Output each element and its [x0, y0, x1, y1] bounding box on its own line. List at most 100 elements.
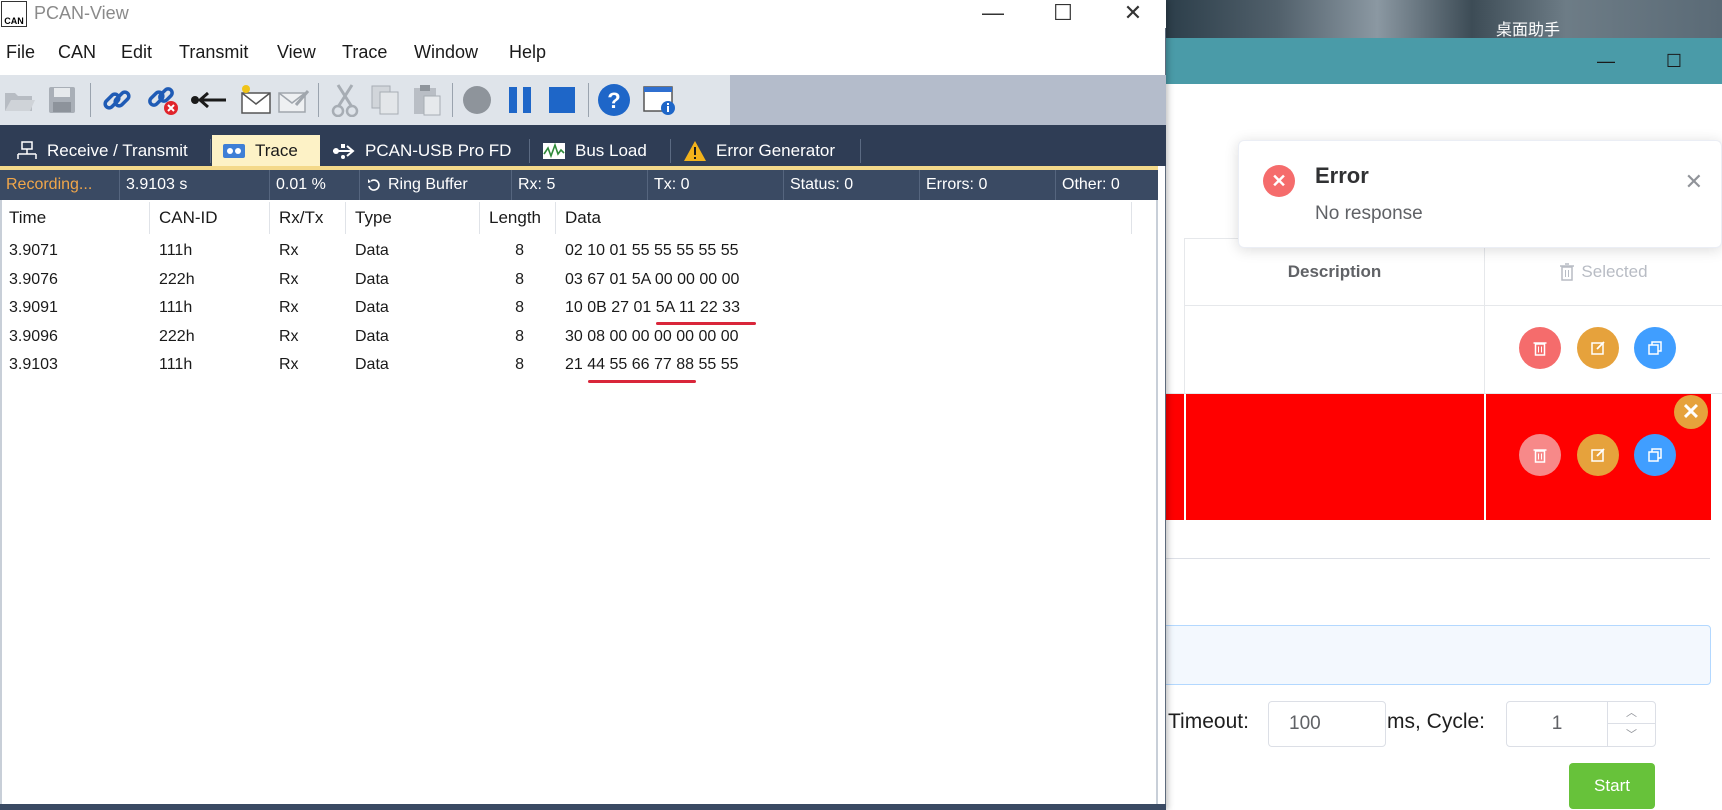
tab-bus-load[interactable]: Bus Load — [532, 135, 657, 166]
trash-icon — [1533, 449, 1547, 463]
menu-file[interactable]: File — [6, 42, 35, 63]
cell-divider — [1484, 306, 1485, 394]
title-bar[interactable]: CAN PCAN-View — ☐ ✕ — [0, 0, 1166, 28]
cell-type: Data — [355, 270, 389, 288]
toolbar: ? — [0, 75, 730, 125]
notification-title: Error — [1315, 163, 1369, 188]
app-icon[interactable]: CAN — [1, 1, 27, 27]
cell-divider — [1184, 394, 1186, 520]
cycle-input[interactable]: 1 — [1507, 702, 1607, 746]
menu-trace[interactable]: Trace — [342, 42, 387, 63]
close-icon[interactable]: ✕ — [1685, 169, 1703, 195]
cell-length: 8 — [515, 299, 524, 316]
reset-icon[interactable] — [189, 79, 229, 121]
stop-icon[interactable] — [542, 79, 582, 121]
info-panel — [1160, 625, 1711, 685]
bg-maximize-button[interactable]: ☐ — [1654, 38, 1694, 84]
trash-icon — [1533, 342, 1547, 356]
maximize-button[interactable]: ☐ — [1028, 0, 1098, 28]
edit-row-button[interactable] — [1577, 434, 1619, 476]
menu-view[interactable]: View — [277, 42, 316, 63]
tab-label: Receive / Transmit — [47, 140, 188, 160]
cycle-stepper[interactable]: 1 ︿ ﹀ — [1506, 701, 1656, 747]
menu-transmit[interactable]: Transmit — [179, 42, 248, 63]
chevron-down-icon[interactable]: ﹀ — [1608, 724, 1655, 746]
window-bottom-edge — [0, 804, 1166, 810]
menu-window[interactable]: Window — [414, 42, 478, 63]
save-icon[interactable] — [42, 79, 82, 121]
record-icon[interactable] — [457, 79, 497, 121]
column-header-can-id[interactable]: CAN-ID — [150, 202, 270, 234]
column-header-selected-label: Selected — [1581, 262, 1648, 281]
cell-can-id: 111h — [159, 242, 193, 259]
trace-icon — [223, 143, 245, 158]
cell-data: 10 0B 27 01 5A 11 22 33 — [565, 299, 740, 316]
cell-divider — [1484, 394, 1486, 520]
menu-can[interactable]: CAN — [58, 42, 96, 63]
tab-label: Bus Load — [575, 140, 647, 160]
cycle-spinner: ︿ ﹀ — [1607, 702, 1655, 746]
connect-icon[interactable] — [97, 79, 137, 121]
column-header-time[interactable]: Time — [0, 202, 150, 234]
column-header-type[interactable]: Type — [346, 202, 480, 234]
status-buffer[interactable]: Ring Buffer — [360, 170, 512, 200]
chevron-up-icon[interactable]: ︿ — [1608, 702, 1655, 724]
column-header-selected[interactable]: Selected — [1484, 238, 1722, 306]
cell-length: 8 — [515, 327, 524, 345]
tab-separator — [210, 139, 211, 163]
column-header-rx-tx[interactable]: Rx/Tx — [270, 202, 346, 234]
toolbar-separator — [452, 83, 453, 117]
tab-trace[interactable]: Trace — [212, 135, 320, 166]
error-notification: ✕ Error No response ✕ — [1238, 140, 1722, 248]
column-header-length[interactable]: Length — [480, 202, 556, 234]
cell-length: 8 — [515, 356, 524, 373]
status-load: 0.01 % — [270, 170, 360, 200]
copy-icon[interactable] — [365, 79, 405, 121]
minimize-button[interactable]: — — [958, 0, 1028, 28]
delete-row-button[interactable] — [1519, 327, 1561, 369]
cell-type: Data — [355, 356, 389, 373]
cut-icon[interactable] — [325, 79, 365, 121]
pause-icon[interactable] — [500, 79, 540, 121]
desktop-helper-label[interactable]: 桌面助手 — [1496, 16, 1560, 40]
menu-edit[interactable]: Edit — [121, 42, 152, 63]
cell-rx-tx: Rx — [279, 327, 299, 345]
close-button[interactable]: ✕ — [1098, 0, 1168, 28]
cell-type: Data — [355, 242, 389, 259]
cell-type: Data — [355, 299, 389, 316]
bg-minimize-button[interactable]: — — [1586, 38, 1626, 84]
tab-error-generator[interactable]: Error Generator — [673, 135, 845, 166]
table-row-highlighted[interactable] — [1166, 394, 1711, 520]
open-icon[interactable] — [0, 79, 40, 121]
busload-icon — [543, 142, 565, 159]
column-header-description: Description — [1184, 238, 1484, 306]
column-header-data[interactable]: Data — [556, 202, 1132, 234]
edit-row-button[interactable] — [1577, 327, 1619, 369]
trace-status-bar: Recording... 3.9103 s 0.01 % Ring Buffer… — [0, 170, 1158, 200]
help-icon[interactable]: ? — [594, 79, 634, 121]
delete-row-button[interactable] — [1519, 434, 1561, 476]
status-recording: Recording... — [0, 170, 120, 200]
toolbar-separator — [588, 83, 589, 117]
timeout-input[interactable]: 100 — [1268, 701, 1386, 747]
cell-rx-tx: Rx — [279, 356, 299, 373]
tab-separator — [670, 139, 671, 163]
tab-receive-transmit[interactable]: Receive / Transmit — [6, 135, 198, 166]
status-tx: Tx: 0 — [648, 170, 784, 200]
paste-icon[interactable] — [407, 79, 447, 121]
copy-row-button[interactable] — [1634, 327, 1676, 369]
cell-time: 3.9091 — [9, 299, 58, 316]
about-icon[interactable] — [640, 79, 680, 121]
copy-row-button[interactable] — [1634, 434, 1676, 476]
row-close-icon[interactable]: ✕ — [1674, 395, 1708, 429]
error-icon: ✕ — [1263, 165, 1295, 197]
cell-can-id: 111h — [159, 356, 193, 373]
edit-icon — [1591, 448, 1605, 462]
start-button[interactable]: Start — [1569, 763, 1655, 809]
status-status: Status: 0 — [784, 170, 920, 200]
disconnect-icon[interactable] — [143, 79, 183, 121]
tab-pcan-usb-pro-fd[interactable]: PCAN-USB Pro FD — [322, 135, 521, 166]
menu-help[interactable]: Help — [509, 42, 546, 63]
new-message-icon[interactable] — [236, 79, 276, 121]
edit-message-icon[interactable] — [274, 79, 314, 121]
